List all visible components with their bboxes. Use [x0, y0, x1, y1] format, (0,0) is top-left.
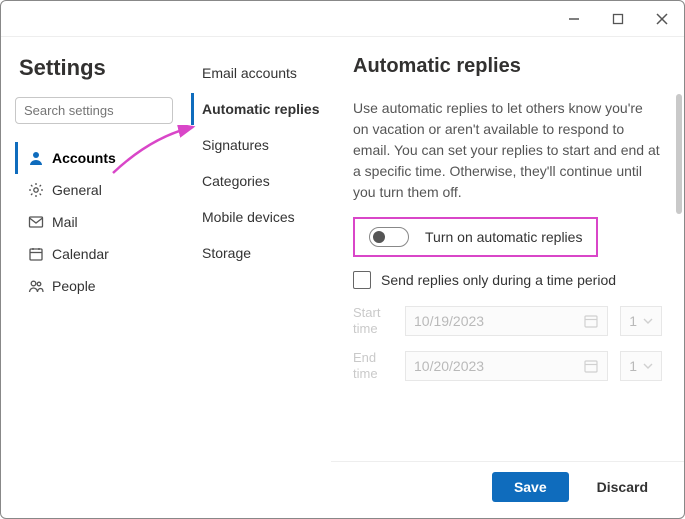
- subnav-label: Signatures: [202, 137, 269, 153]
- search-field[interactable]: [22, 102, 202, 119]
- end-time-label: End time: [353, 350, 393, 381]
- panel-description: Use automatic replies to let others know…: [353, 98, 662, 203]
- primary-sidebar: Settings Accounts General Mail: [1, 37, 181, 518]
- toggle-row-highlight: Turn on automatic replies: [353, 217, 598, 257]
- panel-body: Use automatic replies to let others know…: [331, 84, 684, 461]
- subnav-automatic-replies[interactable]: Automatic replies: [191, 93, 327, 125]
- auto-replies-toggle[interactable]: [369, 227, 409, 247]
- toggle-label: Turn on automatic replies: [425, 229, 582, 245]
- calendar-icon: [583, 358, 599, 374]
- end-date-field[interactable]: 10/20/2023: [405, 351, 608, 381]
- subnav-mobile-devices[interactable]: Mobile devices: [191, 201, 327, 233]
- nav-item-general[interactable]: General: [15, 174, 173, 206]
- subnav-label: Email accounts: [202, 65, 297, 81]
- settings-window: Settings Accounts General Mail: [0, 0, 685, 519]
- close-button[interactable]: [640, 1, 684, 37]
- subnav-categories[interactable]: Categories: [191, 165, 327, 197]
- gear-icon: [28, 182, 44, 198]
- person-icon: [28, 150, 44, 166]
- end-time-row: End time 10/20/2023 1: [353, 350, 662, 381]
- nav-item-people[interactable]: People: [15, 270, 173, 302]
- subnav-label: Storage: [202, 245, 251, 261]
- panel-footer: Save Discard: [331, 461, 684, 518]
- end-date-value: 10/20/2023: [414, 358, 484, 374]
- subnav-storage[interactable]: Storage: [191, 237, 327, 269]
- checkbox-label: Send replies only during a time period: [381, 272, 616, 288]
- main-panel: Automatic replies Use automatic replies …: [331, 37, 684, 518]
- subnav-label: Mobile devices: [202, 209, 295, 225]
- nav-item-label: General: [52, 182, 102, 198]
- nav-item-label: Accounts: [52, 150, 116, 166]
- subnav-email-accounts[interactable]: Email accounts: [191, 57, 327, 89]
- minimize-icon: [568, 13, 580, 25]
- panel-heading: Automatic replies: [353, 55, 662, 78]
- time-period-checkbox-row: Send replies only during a time period: [353, 271, 662, 289]
- page-title: Settings: [19, 55, 173, 81]
- maximize-button[interactable]: [596, 1, 640, 37]
- scrollbar[interactable]: [676, 94, 682, 214]
- mail-icon: [28, 214, 44, 230]
- nav-item-label: Calendar: [52, 246, 109, 262]
- nav-item-label: Mail: [52, 214, 78, 230]
- titlebar: [1, 1, 684, 37]
- nav-item-calendar[interactable]: Calendar: [15, 238, 173, 270]
- content-area: Settings Accounts General Mail: [1, 37, 684, 518]
- minimize-button[interactable]: [552, 1, 596, 37]
- subnav-signatures[interactable]: Signatures: [191, 129, 327, 161]
- nav-item-label: People: [52, 278, 96, 294]
- start-date-value: 10/19/2023: [414, 313, 484, 329]
- people-icon: [28, 278, 44, 294]
- calendar-icon: [583, 313, 599, 329]
- nav-item-mail[interactable]: Mail: [15, 206, 173, 238]
- start-time-row: Start time 10/19/2023 1: [353, 305, 662, 336]
- save-button[interactable]: Save: [492, 472, 569, 502]
- chevron-down-icon: [643, 361, 653, 371]
- end-hour-field[interactable]: 1: [620, 351, 662, 381]
- primary-nav: Accounts General Mail Calendar People: [15, 142, 173, 302]
- end-hour-value: 1: [629, 358, 637, 374]
- start-hour-field[interactable]: 1: [620, 306, 662, 336]
- subnav-label: Automatic replies: [202, 101, 319, 117]
- calendar-icon: [28, 246, 44, 262]
- close-icon: [656, 13, 668, 25]
- nav-item-accounts[interactable]: Accounts: [15, 142, 173, 174]
- discard-button[interactable]: Discard: [581, 472, 664, 502]
- toggle-knob-icon: [373, 231, 385, 243]
- start-time-label: Start time: [353, 305, 393, 336]
- start-date-field[interactable]: 10/19/2023: [405, 306, 608, 336]
- start-hour-value: 1: [629, 313, 637, 329]
- secondary-sidebar: Email accounts Automatic replies Signatu…: [181, 37, 331, 518]
- panel-header: Automatic replies: [331, 37, 684, 84]
- time-period-checkbox[interactable]: [353, 271, 371, 289]
- search-input[interactable]: [15, 97, 173, 124]
- maximize-icon: [612, 13, 624, 25]
- subnav-label: Categories: [202, 173, 270, 189]
- chevron-down-icon: [643, 316, 653, 326]
